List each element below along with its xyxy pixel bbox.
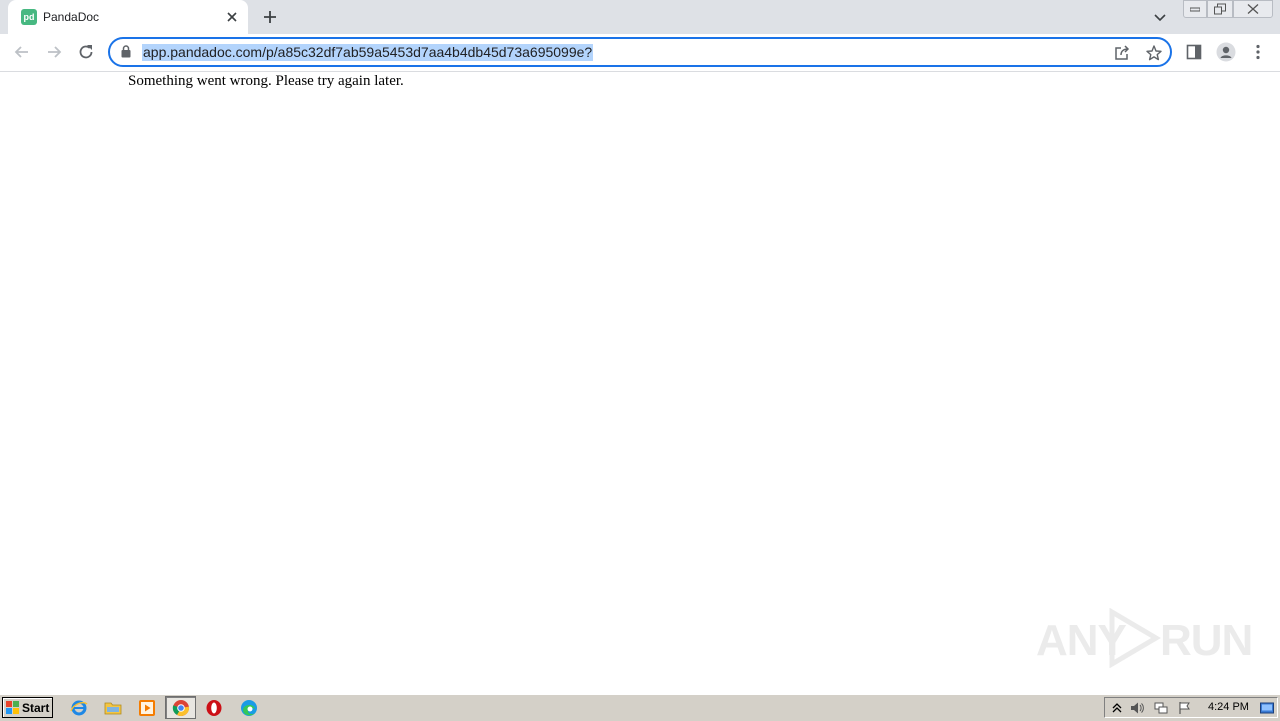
system-tray: 4:24 PM: [1104, 697, 1278, 718]
side-panel-icon[interactable]: [1184, 42, 1204, 62]
pandadoc-favicon-icon: pd: [21, 9, 37, 25]
window-restore-button[interactable]: [1207, 0, 1233, 18]
menu-kebab-icon[interactable]: [1248, 42, 1268, 62]
share-icon[interactable]: [1113, 44, 1131, 62]
taskbar-clock[interactable]: 4:24 PM: [1208, 701, 1249, 713]
forward-arrow-icon[interactable]: [44, 42, 64, 62]
file-explorer-icon[interactable]: [104, 699, 122, 717]
window-close-button[interactable]: [1233, 0, 1273, 18]
lock-icon[interactable]: [121, 45, 131, 58]
address-bar[interactable]: app.pandadoc.com/p/a85c32df7ab59a5453d7a…: [108, 37, 1172, 67]
back-arrow-icon[interactable]: [12, 42, 32, 62]
chrome-taskbar-button-active[interactable]: [165, 696, 196, 719]
error-message: Something went wrong. Please try again l…: [128, 73, 404, 89]
bookmark-star-icon[interactable]: [1145, 44, 1163, 62]
tab-pandadoc[interactable]: pd PandaDoc: [8, 0, 248, 34]
media-player-icon[interactable]: [138, 699, 156, 717]
chrome-icon: [172, 700, 190, 716]
edge-icon[interactable]: [240, 699, 258, 717]
browser-toolbar: app.pandadoc.com/p/a85c32df7ab59a5453d7a…: [0, 34, 1280, 72]
tab-search-chevron-icon[interactable]: [1152, 9, 1168, 25]
reload-icon[interactable]: [76, 42, 96, 62]
tab-title: PandaDoc: [43, 10, 100, 24]
network-icon[interactable]: [1154, 701, 1168, 715]
url-text[interactable]: app.pandadoc.com/p/a85c32df7ab59a5453d7a…: [142, 44, 594, 61]
show-desktop-icon[interactable]: [1260, 701, 1274, 715]
opera-icon[interactable]: [205, 699, 223, 717]
windows-taskbar: Start 4:24 PM: [0, 694, 1280, 721]
close-tab-icon[interactable]: [224, 9, 240, 25]
play-logo-icon: [1109, 608, 1161, 668]
window-minimize-button[interactable]: [1183, 0, 1207, 18]
tab-strip: pd PandaDoc: [0, 0, 1280, 34]
watermark-right-text: RUN: [1160, 616, 1253, 665]
new-tab-button[interactable]: [260, 7, 280, 27]
profile-avatar-icon[interactable]: [1216, 42, 1236, 62]
internet-explorer-icon[interactable]: [70, 699, 88, 717]
start-button[interactable]: Start: [2, 697, 53, 718]
show-hidden-icons-chevron-icon[interactable]: [1110, 701, 1124, 715]
windows-logo-icon: [6, 701, 19, 714]
start-label: Start: [22, 701, 50, 715]
action-center-flag-icon[interactable]: [1178, 701, 1192, 715]
volume-speaker-icon[interactable]: [1130, 701, 1144, 715]
anyrun-watermark: ANY RUN: [1036, 606, 1253, 670]
